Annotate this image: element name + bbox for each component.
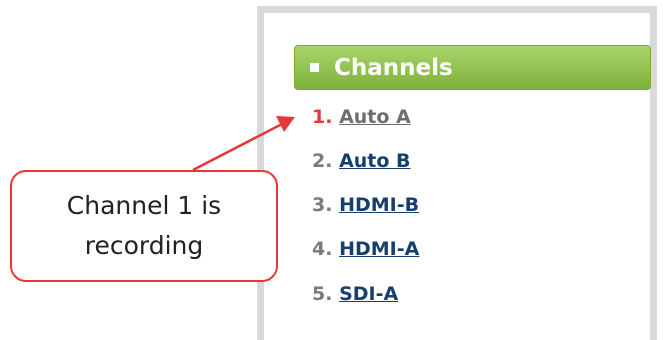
callout-text: Channel 1 is recording [66,191,222,260]
recording-callout: Channel 1 is recording [10,170,278,282]
arrow-line [192,122,283,172]
callout-arrow [192,116,295,172]
arrowhead-icon [276,116,295,132]
